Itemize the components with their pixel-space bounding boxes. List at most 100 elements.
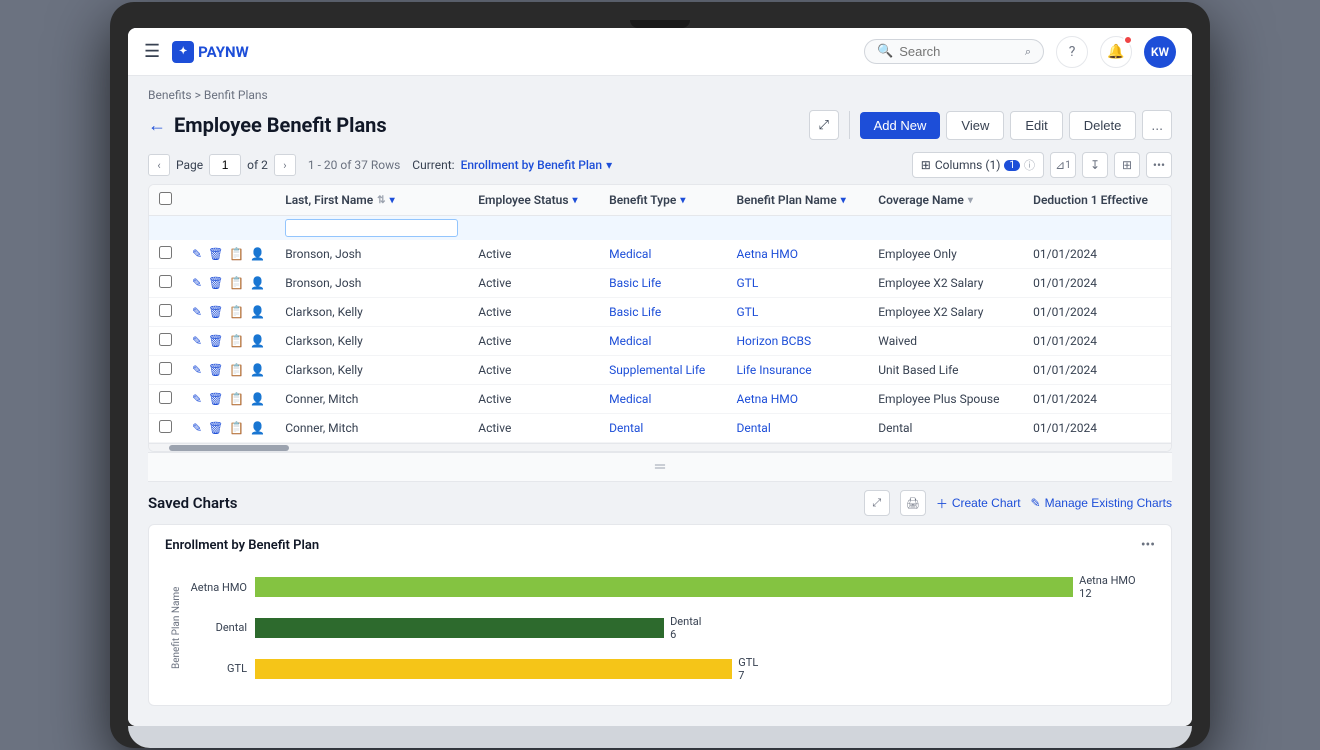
row-checkbox-cell[interactable] (149, 356, 182, 385)
search-input[interactable] (899, 44, 1019, 59)
back-button[interactable]: ← (148, 115, 166, 136)
data-table: Last, First Name ⇅ ▾ Employee Status ▾ (149, 185, 1171, 443)
delete-row-icon[interactable]: 🗑 (208, 305, 223, 319)
row-status: Active (468, 327, 599, 356)
row-checkbox[interactable] (159, 391, 172, 404)
prev-page-button[interactable]: ‹ (148, 154, 170, 176)
table-row: ✎ 🗑 📋 👤 Bronson, Josh Active Medical Aet… (149, 240, 1171, 269)
delete-button[interactable]: Delete (1069, 111, 1137, 140)
export-button[interactable]: ↧ (1082, 152, 1108, 178)
th-name[interactable]: Last, First Name ⇅ ▾ (275, 185, 468, 216)
detail-row-icon[interactable]: 📋 (229, 247, 244, 261)
current-filter-value[interactable]: Enrollment by Benefit Plan ▾ (461, 158, 613, 172)
edit-row-icon[interactable]: ✎ (192, 363, 202, 377)
table-row: ✎ 🗑 📋 👤 Bronson, Josh Active Basic Life … (149, 269, 1171, 298)
edit-row-icon[interactable]: ✎ (192, 334, 202, 348)
row-deduction: 01/01/2024 (1023, 269, 1171, 298)
row-benefit-type: Supplemental Life (599, 356, 726, 385)
row-checkbox[interactable] (159, 304, 172, 317)
row-checkbox[interactable] (159, 275, 172, 288)
person-row-icon[interactable]: 👤 (250, 276, 265, 290)
breadcrumb-current: Benfit Plans (204, 88, 268, 102)
th-select-all[interactable] (149, 185, 182, 216)
expand-button[interactable]: ⤢ (809, 110, 839, 140)
row-benefit-type: Medical (599, 240, 726, 269)
add-new-button[interactable]: Add New (860, 112, 941, 139)
detail-row-icon[interactable]: 📋 (229, 392, 244, 406)
row-benefit-type: Medical (599, 327, 726, 356)
panel-resize-handle[interactable]: ＝ (148, 452, 1172, 482)
filter-dropdown-icon: ▾ (606, 158, 612, 172)
table-more-button[interactable]: ••• (1146, 152, 1172, 178)
row-name: Bronson, Josh (275, 240, 468, 269)
view-button[interactable]: View (946, 111, 1004, 140)
edit-row-icon[interactable]: ✎ (192, 421, 202, 435)
search-submit-icon: ⌕ (1025, 45, 1031, 59)
edit-row-icon[interactable]: ✎ (192, 392, 202, 406)
th-coverage[interactable]: Coverage Name ▾ (868, 185, 1023, 216)
row-checkbox-cell[interactable] (149, 298, 182, 327)
row-checkbox[interactable] (159, 333, 172, 346)
row-checkbox-cell[interactable] (149, 327, 182, 356)
notifications-button[interactable]: 🔔 (1100, 36, 1132, 68)
edit-row-icon[interactable]: ✎ (192, 247, 202, 261)
detail-row-icon[interactable]: 📋 (229, 334, 244, 348)
name-filter-input[interactable] (285, 219, 458, 237)
table-scrollbar[interactable] (149, 443, 1171, 451)
delete-row-icon[interactable]: 🗑 (208, 334, 223, 348)
th-benefit-plan[interactable]: Benefit Plan Name ▾ (727, 185, 869, 216)
detail-row-icon[interactable]: 📋 (229, 421, 244, 435)
row-name: Clarkson, Kelly (275, 298, 468, 327)
bar-end-label: Aetna HMO12 (1079, 574, 1135, 600)
chart-more-button[interactable]: ••• (1141, 537, 1155, 553)
th-employee-status[interactable]: Employee Status ▾ (468, 185, 599, 216)
person-row-icon[interactable]: 👤 (250, 334, 265, 348)
chart-print-button[interactable]: 🖨 (900, 490, 926, 516)
detail-row-icon[interactable]: 📋 (229, 363, 244, 377)
row-checkbox-cell[interactable] (149, 385, 182, 414)
person-row-icon[interactable]: 👤 (250, 247, 265, 261)
filter-button[interactable]: ⊿ 1 (1050, 152, 1076, 178)
create-chart-button[interactable]: ＋ Create Chart (936, 495, 1021, 512)
chart-card-header: Enrollment by Benefit Plan ••• (165, 537, 1155, 553)
hamburger-icon[interactable]: ☰ (144, 41, 160, 62)
delete-row-icon[interactable]: 🗑 (208, 392, 223, 406)
detail-row-icon[interactable]: 📋 (229, 276, 244, 290)
detail-row-icon[interactable]: 📋 (229, 305, 244, 319)
table-row: ✎ 🗑 📋 👤 Conner, Mitch Active Medical Aet… (149, 385, 1171, 414)
select-all-checkbox[interactable] (159, 192, 172, 205)
person-row-icon[interactable]: 👤 (250, 305, 265, 319)
row-checkbox[interactable] (159, 362, 172, 375)
chart-expand-button[interactable]: ⤢ (864, 490, 890, 516)
delete-row-icon[interactable]: 🗑 (208, 247, 223, 261)
table-row: ✎ 🗑 📋 👤 Conner, Mitch Active Dental Dent… (149, 414, 1171, 443)
bar-wrapper: Aetna HMO12 (255, 577, 1155, 597)
user-avatar[interactable]: KW (1144, 36, 1176, 68)
person-row-icon[interactable]: 👤 (250, 392, 265, 406)
columns-button[interactable]: ⊞ Columns (1) 1 ⓘ (912, 152, 1044, 178)
edit-row-icon[interactable]: ✎ (192, 305, 202, 319)
person-row-icon[interactable]: 👤 (250, 363, 265, 377)
help-button[interactable]: ? (1056, 36, 1088, 68)
next-page-button[interactable]: › (274, 154, 296, 176)
manage-charts-button[interactable]: ✎ Manage Existing Charts (1031, 496, 1172, 510)
page-number-input[interactable] (209, 154, 241, 176)
more-options-button[interactable]: ... (1142, 110, 1172, 140)
th-benefit-type[interactable]: Benefit Type ▾ (599, 185, 726, 216)
delete-row-icon[interactable]: 🗑 (208, 421, 223, 435)
row-status: Active (468, 414, 599, 443)
row-checkbox-cell[interactable] (149, 240, 182, 269)
data-table-container: Last, First Name ⇅ ▾ Employee Status ▾ (148, 184, 1172, 452)
grid-settings-button[interactable]: ⊞ (1114, 152, 1140, 178)
row-checkbox-cell[interactable] (149, 414, 182, 443)
current-filter-text: Enrollment by Benefit Plan (461, 158, 603, 172)
delete-row-icon[interactable]: 🗑 (208, 276, 223, 290)
delete-row-icon[interactable]: 🗑 (208, 363, 223, 377)
row-checkbox-cell[interactable] (149, 269, 182, 298)
edit-button[interactable]: Edit (1010, 111, 1062, 140)
search-bar[interactable]: 🔍 ⌕ (864, 39, 1044, 64)
row-checkbox[interactable] (159, 246, 172, 259)
edit-row-icon[interactable]: ✎ (192, 276, 202, 290)
person-row-icon[interactable]: 👤 (250, 421, 265, 435)
row-checkbox[interactable] (159, 420, 172, 433)
